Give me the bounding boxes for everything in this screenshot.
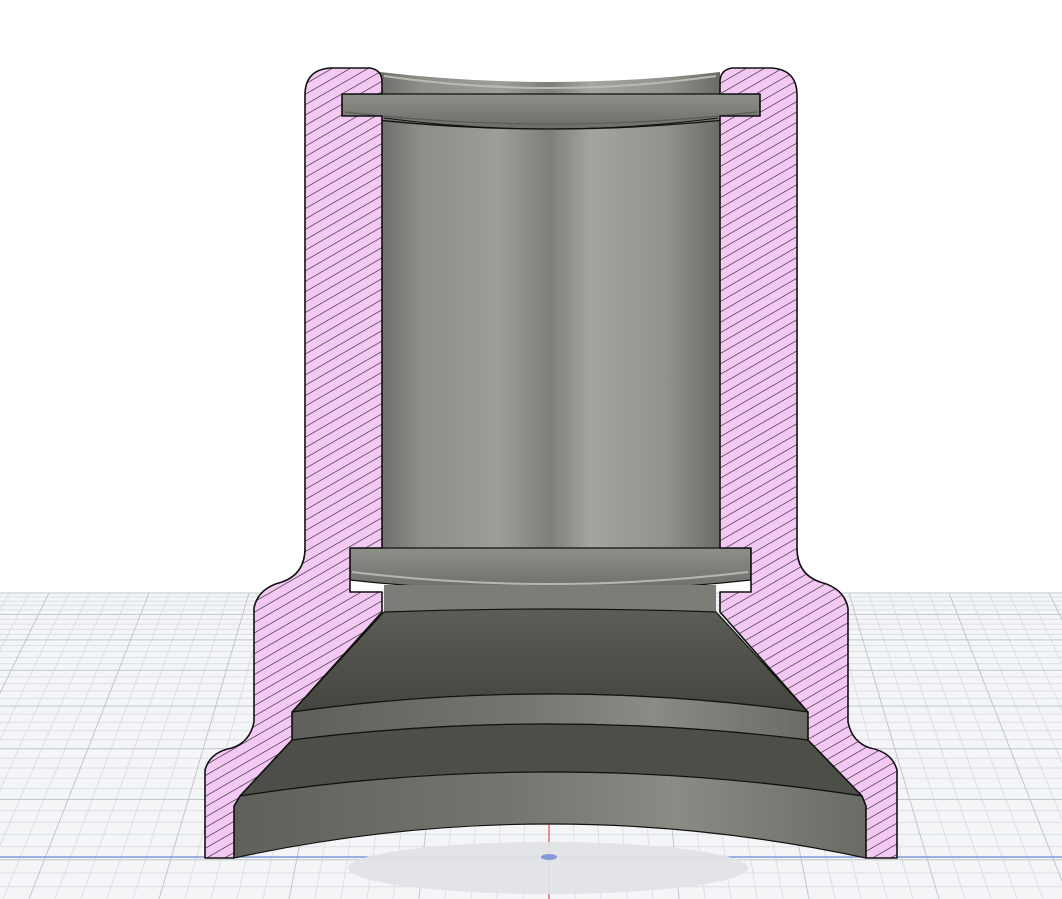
model-shadow	[348, 842, 748, 894]
lower-groove	[349, 547, 752, 615]
viewport-canvas[interactable]	[0, 0, 1062, 899]
inner-bore	[380, 72, 720, 560]
3d-viewport[interactable]	[0, 0, 1062, 899]
origin-marker-icon	[541, 854, 557, 860]
